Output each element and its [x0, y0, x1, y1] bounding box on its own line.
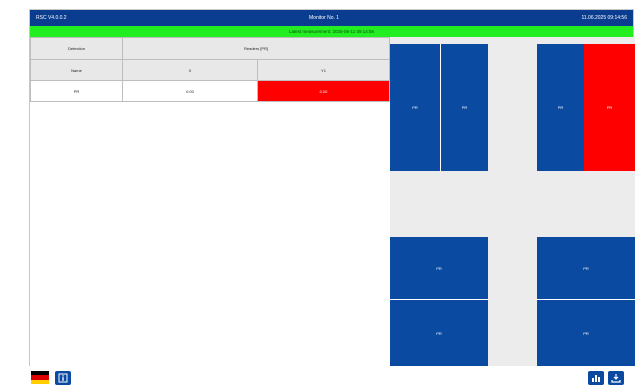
title-bar: RSC V4.0.0.2 Monitor No. 1 11.06.2025 09… [30, 10, 633, 26]
german-flag-icon[interactable] [31, 371, 49, 384]
status-text: Latest measurement: 2025-06-11 09:14:56 [289, 29, 374, 34]
bottom-toolbar [0, 366, 642, 387]
cell-y1-alarm: 0.00 [257, 80, 390, 102]
tile-label: PR [436, 331, 442, 336]
tile-label: PR [606, 105, 613, 110]
reader-tile-8[interactable]: PR [537, 299, 635, 367]
tile-label: PR [436, 265, 442, 271]
app-version: RSC V4.0.0.2 [36, 15, 67, 21]
data-table-panel: Detection Readers [PR] Name X Y1 PR 0.00… [30, 37, 390, 367]
app-window: RSC V4.0.0.2 Monitor No. 1 11.06.2025 09… [29, 9, 635, 367]
reader-tile-6[interactable]: PR [390, 299, 488, 367]
tile-label: PR [412, 105, 418, 110]
info-icon[interactable] [55, 371, 71, 385]
cell-name: PR [30, 80, 123, 102]
tile-label: PR [461, 105, 468, 110]
reader-tile-5[interactable]: PR [390, 237, 488, 299]
reader-layout-panel: PR PR PR PR PR PR PR PR [390, 37, 635, 367]
export-icon[interactable] [608, 371, 624, 385]
col-header-detection: Detection [30, 37, 123, 60]
monitor-title: Monitor No. 1 [309, 15, 340, 21]
reader-tile-2[interactable]: PR [440, 44, 488, 171]
chart-icon[interactable] [588, 371, 604, 385]
chart-glyph [592, 375, 600, 382]
reader-tile-4-alarm[interactable]: PR [584, 44, 635, 171]
cell-x: 0.00 [122, 80, 258, 102]
datetime: 11.06.2025 09:14:56 [581, 15, 627, 21]
col-header-readers: Readers [PR] [122, 37, 390, 60]
data-table: Detection Readers [PR] Name X Y1 PR 0.00… [30, 37, 390, 102]
reader-tile-3[interactable]: PR [537, 44, 584, 171]
tile-label: PR [583, 265, 589, 271]
status-bar: Latest measurement: 2025-06-11 09:14:56 [30, 26, 633, 37]
info-glyph [58, 373, 68, 383]
table-row[interactable]: PR 0.00 0.00 [30, 80, 390, 102]
subcol-y1: Y1 [257, 59, 390, 81]
tile-label: PR [557, 105, 564, 110]
export-glyph [611, 374, 621, 383]
reader-tile-7[interactable]: PR [537, 237, 635, 299]
subcol-x: X [122, 59, 258, 81]
row-header-name: Name [30, 59, 123, 81]
tile-label: PR [583, 331, 589, 336]
reader-tile-1[interactable]: PR [390, 44, 440, 171]
